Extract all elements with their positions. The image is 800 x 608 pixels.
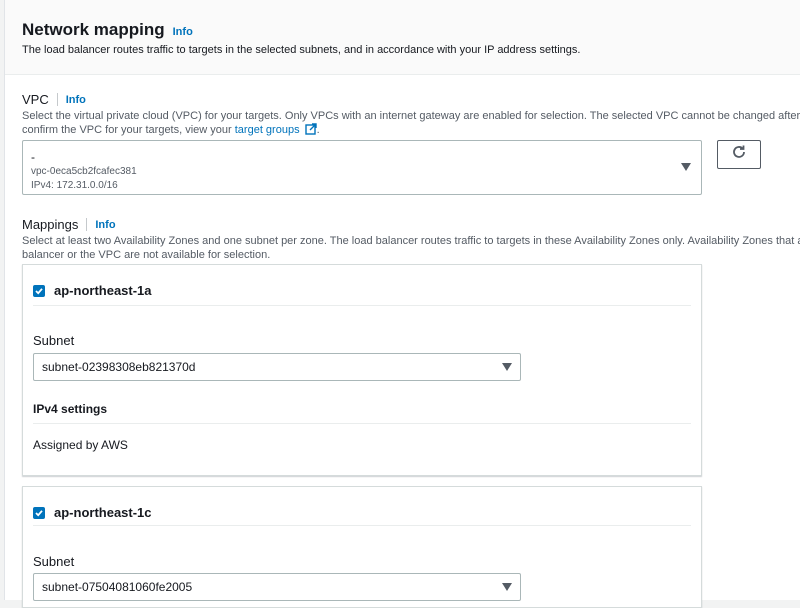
az-name: ap-northeast-1a	[54, 283, 152, 298]
refresh-button[interactable]	[717, 140, 761, 169]
vpc-selected-name: -	[31, 150, 35, 164]
divider	[33, 305, 691, 306]
az-checkbox[interactable]	[33, 284, 45, 297]
mappings-help-line1: Select at least two Availability Zones a…	[22, 235, 800, 247]
ipv4-assigned-value: Assigned by AWS	[33, 438, 128, 452]
mappings-label: Mappings	[22, 217, 79, 232]
az-header: ap-northeast-1a	[33, 283, 152, 298]
vpc-help-line1: Select the virtual private cloud (VPC) f…	[22, 110, 800, 122]
subnet-select[interactable]: subnet-02398308eb821370d	[33, 353, 521, 381]
subnet-label: Subnet	[33, 554, 75, 569]
external-link-icon[interactable]	[304, 123, 317, 139]
vpc-info-link[interactable]: Info	[66, 94, 86, 106]
title-row: Network mapping Info	[22, 20, 193, 40]
caret-down-icon	[502, 583, 512, 591]
section-title: Network mapping	[22, 20, 165, 39]
section-header: Network mapping Info The load balancer r…	[5, 0, 800, 75]
mappings-help-line2: balancer or the VPC are not available fo…	[22, 249, 271, 261]
mappings-info-link[interactable]: Info	[95, 219, 115, 231]
az-card-ap-northeast-1a: ap-northeast-1a Subnet subnet-02398308eb…	[22, 264, 702, 476]
target-groups-link[interactable]: target groups	[235, 124, 300, 136]
vpc-selected-id: vpc-0eca5cb2fcafec381	[31, 166, 137, 177]
divider	[33, 423, 691, 424]
label-divider	[86, 218, 88, 231]
network-mapping-panel: Network mapping Info The load balancer r…	[4, 0, 800, 608]
vpc-label: VPC	[22, 92, 49, 107]
subnet-select[interactable]: subnet-07504081060fe2005	[33, 573, 521, 601]
section-info-link[interactable]: Info	[173, 26, 193, 38]
mappings-label-row: Mappings Info	[22, 217, 116, 232]
vpc-selected-cidr: IPv4: 172.31.0.0/16	[31, 180, 118, 191]
az-checkbox[interactable]	[33, 506, 45, 519]
ipv4-settings-label: IPv4 settings	[33, 402, 108, 416]
az-header: ap-northeast-1c	[33, 505, 152, 520]
refresh-icon	[731, 144, 747, 165]
vpc-select[interactable]: - vpc-0eca5cb2fcafec381 IPv4: 172.31.0.0…	[22, 140, 702, 195]
caret-down-icon	[502, 363, 512, 371]
vpc-help-line2: confirm the VPC for your targets, view y…	[22, 123, 320, 139]
subnet-label: Subnet	[33, 333, 75, 348]
divider	[33, 525, 691, 526]
az-name: ap-northeast-1c	[54, 505, 152, 520]
subnet-value: subnet-02398308eb821370d	[42, 360, 196, 374]
vpc-help-suffix: .	[316, 124, 320, 136]
vpc-help-prefix: confirm the VPC for your targets, view y…	[22, 124, 232, 136]
vpc-label-row: VPC Info	[22, 92, 86, 107]
check-icon	[35, 509, 43, 517]
label-divider	[56, 93, 58, 106]
az-card-ap-northeast-1c: ap-northeast-1c Subnet subnet-0750408106…	[22, 486, 702, 608]
check-icon	[35, 287, 43, 295]
section-description: The load balancer routes traffic to targ…	[22, 44, 581, 56]
caret-down-icon	[681, 163, 691, 171]
subnet-value: subnet-07504081060fe2005	[42, 580, 193, 594]
